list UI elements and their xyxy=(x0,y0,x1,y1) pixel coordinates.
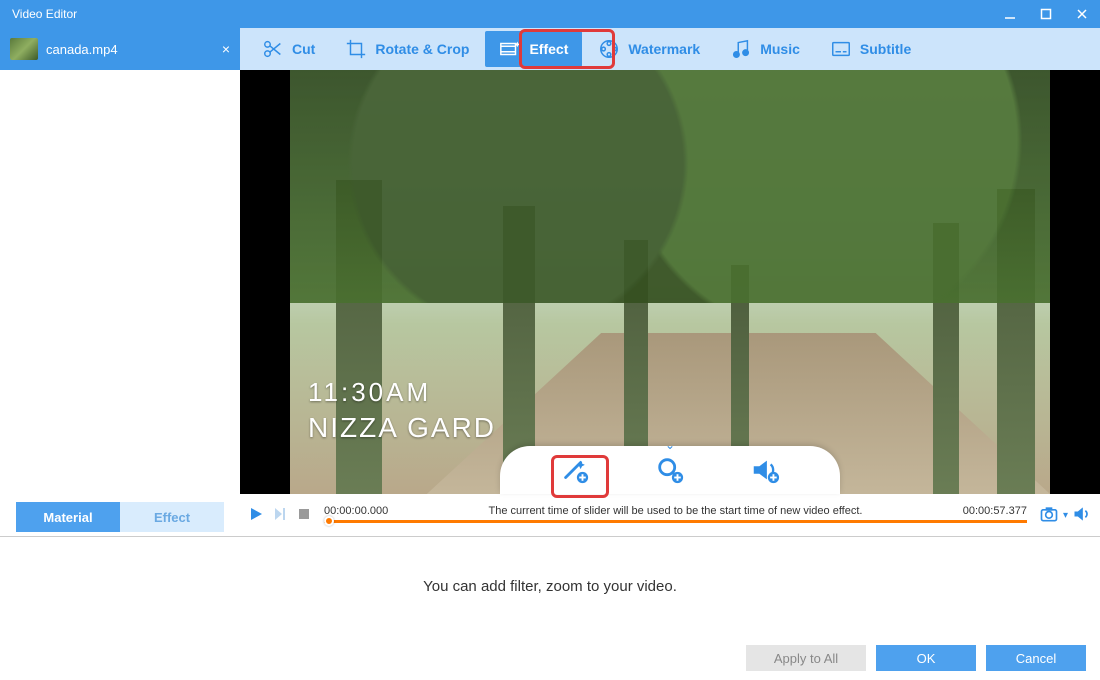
volume-button[interactable] xyxy=(1072,504,1092,527)
add-zoom-button[interactable]: ⌄ xyxy=(650,450,690,490)
time-end: 00:00:57.377 xyxy=(963,505,1027,517)
tab-watermark[interactable]: Watermark xyxy=(584,31,714,67)
film-sparkle-icon xyxy=(499,38,521,60)
subtitle-icon xyxy=(830,38,852,60)
scissors-icon xyxy=(262,38,284,60)
timeline-track[interactable] xyxy=(324,519,1027,525)
add-volume-button[interactable] xyxy=(745,450,785,490)
step-button[interactable] xyxy=(272,506,288,525)
apply-to-all-button[interactable]: Apply to All xyxy=(746,645,866,671)
tab-cut[interactable]: Cut xyxy=(248,31,329,67)
time-start: 00:00:00.000 xyxy=(324,505,388,517)
timeline: 00:00:00.000 The current time of slider … xyxy=(240,494,1100,536)
video-frame: 11:30AM NIZZA GARD xyxy=(290,70,1050,494)
snapshot-dropdown-icon[interactable]: ▾ xyxy=(1063,510,1068,521)
add-filter-button[interactable] xyxy=(555,450,595,490)
snapshot-button[interactable] xyxy=(1039,504,1059,527)
ok-button[interactable]: OK xyxy=(876,645,976,671)
timeline-knob[interactable] xyxy=(324,516,334,526)
chevron-down-icon: ⌄ xyxy=(665,438,675,452)
timeline-hint: The current time of slider will be used … xyxy=(388,505,963,517)
footer-buttons: Apply to All OK Cancel xyxy=(0,636,1100,680)
play-button[interactable] xyxy=(248,506,264,525)
titlebar: Video Editor xyxy=(0,0,1100,28)
reel-icon xyxy=(598,38,620,60)
cancel-button[interactable]: Cancel xyxy=(986,645,1086,671)
sidebar-tab-effect[interactable]: Effect xyxy=(120,502,224,532)
stop-button[interactable] xyxy=(296,506,312,525)
maximize-button[interactable] xyxy=(1028,0,1064,28)
file-tab[interactable]: canada.mp4 × xyxy=(0,28,240,70)
minimize-button[interactable] xyxy=(992,0,1028,28)
video-preview[interactable]: 11:30AM NIZZA GARD ⌄ xyxy=(240,70,1100,494)
sidebar: Material Effect xyxy=(0,70,240,536)
tab-rotate-crop[interactable]: Rotate & Crop xyxy=(331,31,483,67)
sidebar-tab-material[interactable]: Material xyxy=(16,502,120,532)
file-name: canada.mp4 xyxy=(46,42,118,57)
tab-music[interactable]: Music xyxy=(716,31,814,67)
main-body: Material Effect 11:30AM NIZZA GARD xyxy=(0,70,1100,536)
music-note-icon xyxy=(730,38,752,60)
toolbar: canada.mp4 × Cut Rotate & Crop Effect Wa… xyxy=(0,28,1100,70)
timeline-info: 00:00:00.000 The current time of slider … xyxy=(320,505,1031,525)
close-file-icon[interactable]: × xyxy=(222,41,230,57)
window-title: Video Editor xyxy=(12,7,77,21)
preview-pane: 11:30AM NIZZA GARD ⌄ xyxy=(240,70,1100,536)
video-overlay-text: 11:30AM NIZZA GARD xyxy=(308,376,496,446)
crop-icon xyxy=(345,38,367,60)
tab-subtitle[interactable]: Subtitle xyxy=(816,31,925,67)
footer: You can add filter, zoom to your video. … xyxy=(0,536,1100,680)
tab-effect[interactable]: Effect xyxy=(485,31,582,67)
footer-message: You can add filter, zoom to your video. xyxy=(0,537,1100,636)
effect-toolbar: ⌄ xyxy=(500,446,840,494)
close-window-button[interactable] xyxy=(1064,0,1100,28)
file-thumbnail xyxy=(10,38,38,60)
sidebar-tabs: Material Effect xyxy=(16,502,224,532)
tool-tabs: Cut Rotate & Crop Effect Watermark Music… xyxy=(240,28,1100,70)
